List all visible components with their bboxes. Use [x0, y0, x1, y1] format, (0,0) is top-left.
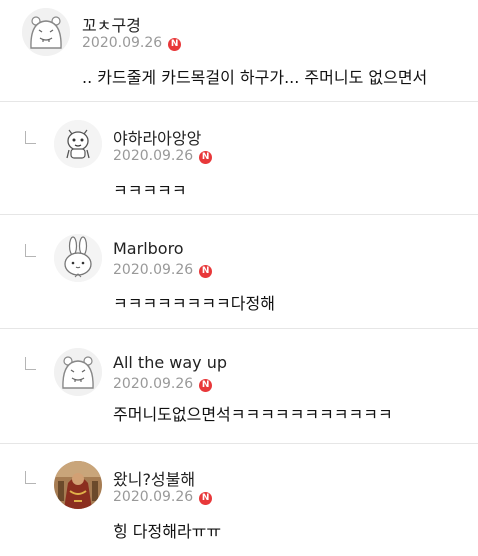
reply-arrow-icon [25, 131, 36, 144]
bunny-avatar-icon [54, 234, 102, 282]
new-badge: N [199, 151, 213, 164]
comment-date-text: 2020.09.26 [113, 148, 194, 164]
hippo-avatar-icon [54, 348, 102, 396]
avatar[interactable] [54, 461, 102, 509]
comment-date-text: 2020.09.26 [113, 262, 194, 278]
hippo-avatar-icon [22, 8, 70, 56]
comment: 꼬ㅊ구경 2020.09.26 N .. 카드줄게 카드목걸이 하구가... 주머… [0, 0, 478, 100]
reply-comment: All the way up 2020.09.26 N 주머니도없으면석ㅋㅋㅋㅋㅋ… [0, 329, 478, 443]
new-badge: N [168, 38, 182, 51]
comment-date-text: 2020.09.26 [113, 489, 194, 505]
comment-text: .. 카드줄게 카드목걸이 하구가... 주머니도 없으면서 [82, 68, 428, 87]
comment-nickname[interactable]: 야하라아앙앙 [113, 125, 201, 149]
comment-date: 2020.09.26 N [113, 376, 213, 392]
reply-comment: 왔니?성불해 2020.09.26 N 힝 다정해라ㅠㅠ [0, 444, 478, 556]
comment-text: 주머니도없으면석ㅋㅋㅋㅋㅋㅋㅋㅋㅋㅋㅋ [113, 405, 393, 424]
comment-date: 2020.09.26 N [113, 489, 213, 505]
comment-date-text: 2020.09.26 [113, 376, 194, 392]
reply-comment: Marlboro 2020.09.26 N ㅋㅋㅋㅋㅋㅋㅋㅋ다정해 [0, 215, 478, 328]
cartoon-character-avatar-icon [54, 120, 102, 168]
comment-text: ㅋㅋㅋㅋㅋㅋㅋㅋ다정해 [113, 294, 275, 313]
comment-nickname[interactable]: 꼬ㅊ구경 [82, 12, 141, 36]
new-badge: N [199, 492, 213, 505]
comment-nickname[interactable]: Marlboro [113, 239, 184, 258]
comment-date: 2020.09.26 N [113, 148, 213, 164]
photo-avatar-icon [54, 461, 102, 509]
new-badge: N [199, 265, 213, 278]
reply-arrow-icon [25, 244, 36, 257]
comment-date: 2020.09.26 N [113, 262, 213, 278]
avatar[interactable] [54, 120, 102, 168]
comment-nickname[interactable]: All the way up [113, 353, 227, 372]
reply-arrow-icon [25, 471, 36, 484]
comment-nickname[interactable]: 왔니?성불해 [113, 466, 195, 490]
avatar[interactable] [22, 8, 70, 56]
reply-arrow-icon [25, 357, 36, 370]
comment-date-text: 2020.09.26 [82, 35, 163, 51]
avatar[interactable] [54, 348, 102, 396]
new-badge: N [199, 379, 213, 392]
comment-date: 2020.09.26 N [82, 35, 182, 51]
comment-text: 힝 다정해라ㅠㅠ [113, 522, 222, 541]
avatar[interactable] [54, 234, 102, 282]
comment-text: ㅋㅋㅋㅋㅋ [113, 181, 187, 200]
reply-comment: 야하라아앙앙 2020.09.26 N ㅋㅋㅋㅋㅋ [0, 102, 478, 214]
